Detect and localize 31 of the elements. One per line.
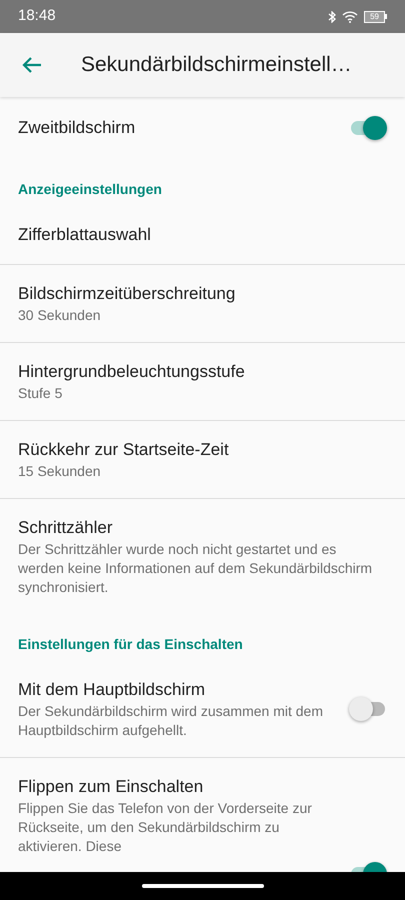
row-summary: Der Sekundärbildschirm wird zusammen mit dem Hauptbildschirm aufgehellt. [18,702,324,740]
row-title: Flippen zum Einschalten [18,776,204,798]
page-title: Sekundärbildschirmeinstell… [81,52,352,78]
section-header: Einstellungen für das Einschalten [17,635,244,654]
status-time: 18:48 [18,6,56,26]
row-title: Zweitbildschirm [18,117,136,139]
settings-row[interactable]: Zifferblattauswahl [0,206,405,265]
row-title: Zifferblattauswahl [18,224,152,246]
settings-row[interactable]: Mit dem Hauptbildschirm Der Sekundärbildschirm wird zusammen mit dem Hauptbildschirm aufgehellt. [0,661,405,758]
row-summary: Der Schrittzähler wurde noch nicht gestartet und es werden keine Informationen auf dem Sekundärbildschirm synchronisiert. [18,540,374,597]
settings-row[interactable]: Hintergrundbeleuchtungsstufe Stufe 5 [0,343,405,421]
row-summary: Stufe 5 [18,384,64,403]
battery-level: 59 [364,10,385,22]
settings-row[interactable]: Bildschirmzeitüberschreitung 30 Sekunden [0,265,405,343]
row-title: Bildschirmzeitüberschreitung [18,283,236,305]
row-summary: 30 Sekunden [18,306,102,325]
settings-row[interactable]: Rückkehr zur Startseite-Zeit 15 Sekunden [0,421,405,499]
settings-row[interactable]: Zweitbildschirm [0,97,405,159]
row-title: Mit dem Hauptbildschirm [18,679,206,701]
settings-row[interactable]: Schrittzähler Der Schrittzähler wurde noch nicht gestartet und es werden keine Informationen auf dem Sekundärbildschirm synchronisiert. [0,499,405,614]
row-title: Schrittzähler [18,517,114,539]
row-title: Hintergrundbeleuchtungsstufe [18,361,246,383]
row-summary: 15 Sekunden [18,462,102,481]
row-summary: Flippen Sie das Telefon von der Vorderseite zur Rückseite, um den Sekundärbildschirm zu aktivieren. Diese [18,799,313,856]
back-arrow-icon [22,56,42,74]
wifi-icon [342,10,358,22]
bluetooth-icon [328,10,336,22]
toggle-switch[interactable] [349,116,387,140]
section-header: Anzeigeeinstellungen [17,180,163,199]
toggle-switch[interactable] [349,697,387,721]
row-title: Rückkehr zur Startseite-Zeit [18,439,230,461]
